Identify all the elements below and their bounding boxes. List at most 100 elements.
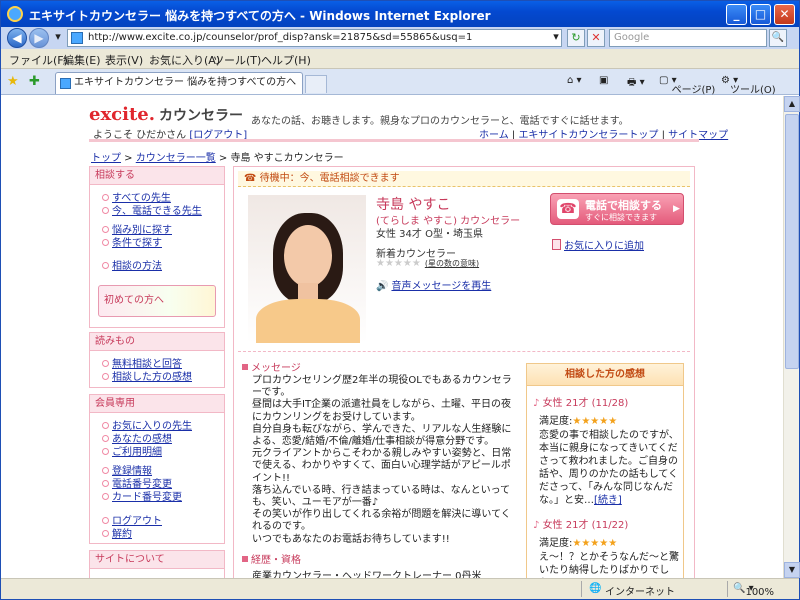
- square-bullet-icon: [242, 556, 248, 562]
- sidebar-item-available-now[interactable]: 今、電話できる先生: [102, 202, 202, 217]
- reviews-title: 相談した方の感想: [527, 364, 683, 386]
- print-icon[interactable]: 🖶 ▾: [627, 75, 645, 92]
- close-button[interactable]: ✕: [774, 4, 795, 25]
- vertical-scrollbar[interactable]: ▲ ▼: [783, 96, 800, 578]
- menu-file[interactable]: ファイル(F): [9, 52, 68, 68]
- sidebar-link[interactable]: カード番号変更: [112, 492, 182, 503]
- stars-meaning-link[interactable]: (星の数の意味): [425, 259, 479, 268]
- tab-title: エキサイトカウンセラー 悩みを持つすべての方へ: [74, 77, 297, 88]
- site-logo[interactable]: excite. カウンセラー: [89, 104, 243, 125]
- add-favorites-icon[interactable]: ✚: [29, 74, 40, 89]
- home-icon[interactable]: ⌂ ▾: [567, 75, 582, 86]
- window-title: エキサイトカウンセラー 悩みを持つすべての方へ - Windows Intern…: [29, 9, 491, 23]
- sidebar-link[interactable]: 相談した方の感想: [112, 372, 192, 383]
- search-icon[interactable]: 🔍: [769, 29, 787, 47]
- address-toolbar: ◀ ▶ ▾ http://www.excite.co.jp/counselor/…: [1, 27, 799, 49]
- satisfaction-label: 満足度:: [539, 416, 573, 427]
- back-button[interactable]: ◀: [7, 28, 27, 48]
- review-text: 恋愛の事で相談したのですが、本当に親身になってきいてくださって救われました。ご自…: [539, 429, 679, 507]
- minimize-button[interactable]: _: [726, 4, 747, 25]
- call-button-sublabel: すぐに相談できます: [585, 213, 657, 222]
- scroll-up-icon[interactable]: ▲: [784, 96, 800, 112]
- bullet-icon: [102, 239, 109, 246]
- voice-message-link[interactable]: 音声メッセージを再生: [391, 281, 491, 292]
- breadcrumb-counselor-list[interactable]: カウンセラー一覧: [136, 153, 216, 164]
- menu-view[interactable]: 表示(V): [105, 52, 143, 68]
- search-placeholder: Google: [614, 32, 650, 43]
- search-input[interactable]: Google: [609, 29, 767, 47]
- review-item: ♪ 女性 21才 (11/28) 満足度:★★★★★ 恋愛の事で相談したのですが…: [533, 394, 679, 507]
- tools-menu[interactable]: ⚙ ツール(O) ▾: [721, 75, 776, 96]
- tools-menu-label: ツール(O): [729, 85, 776, 96]
- menu-tools[interactable]: ツール(T): [213, 52, 261, 68]
- sidebar-item-by-condition[interactable]: 条件で探す: [102, 234, 162, 249]
- photo-shirt: [256, 299, 360, 343]
- sidebar-section-title: サイトについて: [90, 551, 224, 569]
- address-dropdown-icon[interactable]: ▾: [547, 29, 565, 47]
- first-time-banner[interactable]: 初めての方へ: [98, 285, 216, 317]
- experience-heading: 経歴・資格: [242, 551, 301, 566]
- sidebar-item-cancel[interactable]: 解約: [102, 525, 132, 540]
- reviews-box: 相談した方の感想 ♪ 女性 21才 (11/28) 満足度:★★★★★ 恋愛の事…: [526, 363, 684, 578]
- review-satisfaction: 満足度:★★★★★: [539, 534, 679, 549]
- sidebar-link[interactable]: ご利用明細: [112, 447, 162, 458]
- menu-help[interactable]: ヘルプ(H): [261, 52, 311, 68]
- stop-button[interactable]: ✕: [587, 29, 605, 47]
- globe-icon: 🌐: [589, 583, 602, 594]
- bullet-icon: [102, 530, 109, 537]
- sidebar-item-how-to[interactable]: 相談の方法: [102, 257, 162, 272]
- bullet-icon: [102, 480, 109, 487]
- bullet-icon: [102, 373, 109, 380]
- favorites-star-icon[interactable]: ★: [7, 74, 19, 89]
- title-bar: エキサイトカウンセラー 悩みを持つすべての方へ - Windows Intern…: [1, 1, 799, 27]
- review-more-link[interactable]: [続き]: [594, 495, 622, 506]
- tab-bar: ★ ✚ エキサイトカウンセラー 悩みを持つすべての方へ ⌂ ▾ ▣ 🖶 ▾ ▢ …: [1, 69, 799, 96]
- status-separator: [581, 581, 582, 597]
- bullet-icon: [102, 194, 109, 201]
- bullet-icon: [102, 467, 109, 474]
- sidebar-item-reviews[interactable]: 相談した方の感想: [102, 368, 192, 383]
- address-url: http://www.excite.co.jp/counselor/prof_d…: [88, 32, 473, 43]
- arrow-right-icon: ▶: [673, 204, 680, 214]
- availability-status: ☎ 待機中：今、電話相談できます: [238, 171, 690, 187]
- history-dropdown-icon[interactable]: ▾: [49, 29, 67, 47]
- review-bullet-icon: ♪: [533, 520, 543, 531]
- sidebar-link[interactable]: 相談の方法: [112, 261, 162, 272]
- sidebar-link[interactable]: 条件で探す: [112, 238, 162, 249]
- zoom-control[interactable]: 🔍 100% ▾: [733, 583, 774, 598]
- message-paragraph: その笑いが作り出してくれる余裕が問題を解決に導いてくれるのです。: [252, 509, 511, 533]
- scroll-down-icon[interactable]: ▼: [784, 562, 800, 578]
- refresh-button[interactable]: ↻: [567, 29, 585, 47]
- sidebar-section-consult: 相談する すべての先生 今、電話できる先生 悩み別に探す 条件で探す 相談の方法…: [89, 166, 225, 328]
- menu-favorites[interactable]: お気に入り(A): [149, 52, 220, 68]
- photo-face: [284, 225, 332, 287]
- message-paragraph: プロカウンセリング歴2年半の現役OLでもあるカウンセラーです。: [252, 375, 512, 399]
- feeds-icon[interactable]: ▣: [599, 75, 608, 86]
- sidebar-section-title: 会員専用: [90, 395, 224, 413]
- message-paragraph: 自分自身も転びながら、学んできた、リアルな人生経験による、恋愛/結婚/不倫/離婚…: [252, 423, 512, 448]
- add-favorite[interactable]: お気に入りに追加: [552, 237, 644, 252]
- menu-bar: ファイル(F) 編集(E) 表示(V) お気に入り(A) ツール(T) ヘルプ(…: [1, 49, 799, 69]
- satisfaction-stars: ★★★★★: [572, 538, 618, 549]
- forward-button[interactable]: ▶: [29, 28, 49, 48]
- star-icons: ★★★★★: [376, 258, 421, 269]
- message-paragraph: 昼間は大手IT企業の派遣社員をしながら、土曜、平日の夜にカウンリングをお受けして…: [252, 399, 512, 423]
- new-tab-button[interactable]: [305, 75, 327, 93]
- menu-edit[interactable]: 編集(E): [63, 52, 101, 68]
- page-menu[interactable]: ▢ ページ(P) ▾: [659, 75, 715, 96]
- tab-current[interactable]: エキサイトカウンセラー 悩みを持つすべての方へ: [55, 72, 303, 94]
- voice-message[interactable]: 🔊 音声メッセージを再生: [376, 277, 491, 292]
- sidebar-item-card-change[interactable]: カード番号変更: [102, 488, 182, 503]
- sidebar-item-usage[interactable]: ご利用明細: [102, 443, 162, 458]
- maximize-button[interactable]: □: [750, 4, 771, 25]
- sidebar-link[interactable]: 今、電話できる先生: [112, 206, 202, 217]
- call-button[interactable]: ☎ 電話で相談する すぐに相談できます ▶: [550, 193, 684, 225]
- scroll-thumb[interactable]: [785, 114, 799, 369]
- breadcrumb-top[interactable]: トップ: [91, 153, 121, 164]
- telephone-icon: ☎: [557, 199, 579, 219]
- sidebar-link[interactable]: 解約: [112, 529, 132, 540]
- add-favorite-link[interactable]: お気に入りに追加: [564, 241, 644, 252]
- address-input[interactable]: http://www.excite.co.jp/counselor/prof_d…: [67, 29, 562, 47]
- sidebar-section-members: 会員専用 お気に入りの先生 あなたの感想 ご利用明細 登録情報 電話番号変更 カ…: [89, 394, 225, 544]
- logo-counselor: カウンセラー: [159, 108, 244, 124]
